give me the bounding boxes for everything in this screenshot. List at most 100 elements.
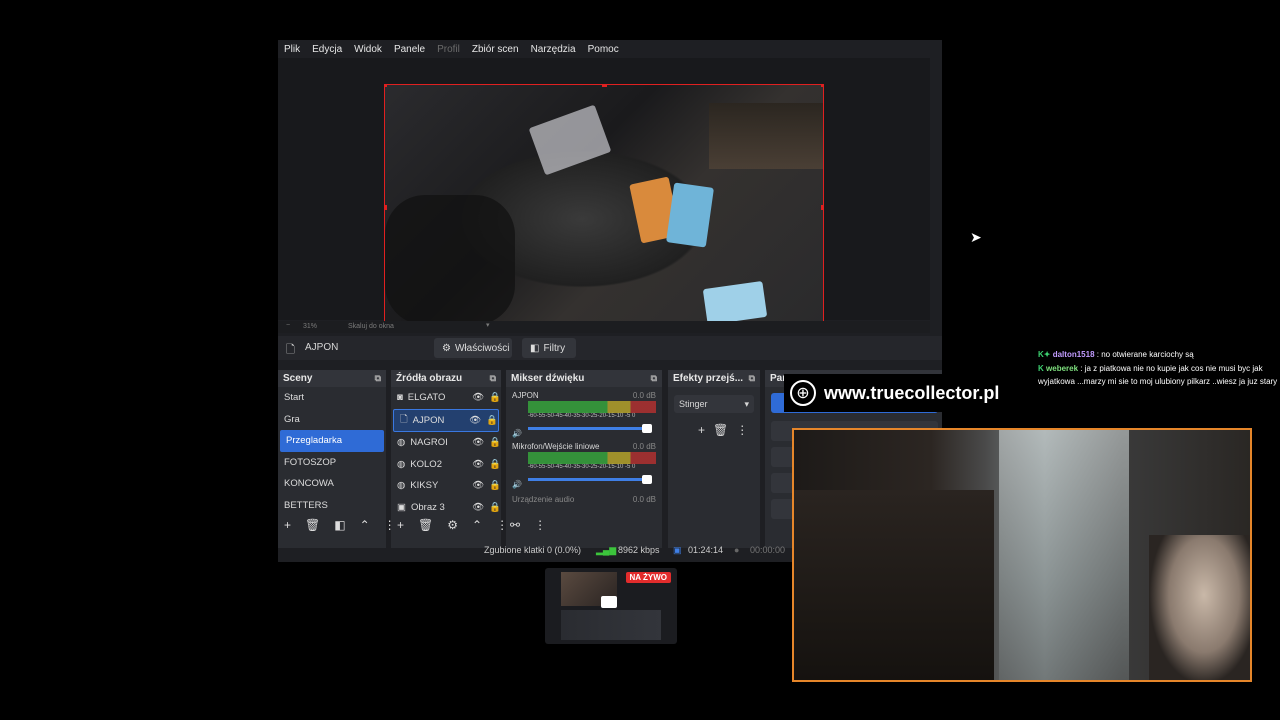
trash-icon[interactable]: 🗑 [418, 518, 433, 532]
menu-item-panele[interactable]: Panele [388, 44, 431, 55]
more-icon[interactable]: ⋮ [496, 518, 508, 532]
file-icon: 🗋 [286, 344, 295, 356]
eye-icon[interactable]: 👁 [472, 392, 484, 403]
lock-icon[interactable]: 🔒 [486, 415, 498, 426]
scene-item[interactable]: Start [278, 387, 386, 409]
globe-icon: ⊕ [790, 380, 816, 406]
source-toolbar: 🗋 AJPON ⚙ Właściwości ◧ Filtry [278, 336, 942, 360]
trash-icon[interactable]: 🗑 [305, 518, 320, 532]
meter-scale: -60-55-50-45-40-35-30-25-20-15-10 -5 0 [528, 464, 636, 470]
signal-icon: ▂▄▆ [596, 544, 617, 555]
eye-icon[interactable]: 👁 [472, 459, 484, 470]
chevron-down-icon[interactable]: ▾ [486, 321, 490, 329]
room-shelves [794, 490, 994, 680]
zoom-out-icon[interactable]: − [286, 322, 290, 329]
camera-icon: ◙ [397, 392, 403, 404]
source-item[interactable]: KOLO2 [410, 459, 467, 470]
live-badge: NA ŻYWO [625, 572, 671, 583]
website-url: www.truecollector.pl [824, 382, 1000, 403]
mixer-channel-name: AJPON [512, 391, 539, 400]
globe-icon: ◍ [397, 480, 406, 492]
menu-item-plik[interactable]: Plik [278, 44, 306, 55]
globe-icon: ◍ [397, 458, 406, 470]
volume-slider[interactable] [528, 424, 652, 433]
transition-select[interactable]: Stinger ▾ [674, 395, 754, 413]
scene-item[interactable]: BETTERS [278, 495, 386, 517]
volume-slider[interactable] [528, 475, 652, 484]
lock-icon[interactable]: 🔒 [489, 480, 501, 491]
trash-icon[interactable]: 🗑 [713, 423, 728, 437]
eye-icon[interactable]: 👁 [472, 502, 484, 513]
chat-message: K✦ dalton1518 : no otwierane karciochy s… [1038, 348, 1280, 361]
undock-icon[interactable]: ⧉ [375, 373, 381, 384]
add-icon[interactable]: + [397, 518, 404, 532]
undock-icon[interactable]: ⧉ [490, 373, 496, 384]
chevron-up-icon[interactable]: ⌃ [472, 518, 482, 532]
lock-icon[interactable]: 🔒 [489, 459, 501, 470]
eye-icon[interactable]: 👁 [472, 437, 484, 448]
mixer-channel-db: 0.0 dB [632, 495, 656, 504]
record-icon: ● [734, 545, 740, 555]
chevron-down-icon: ▾ [744, 398, 749, 409]
filter-icon[interactable]: ◧ [334, 518, 345, 532]
eye-icon[interactable]: 👁 [469, 415, 481, 426]
bitrate: 8962 kbps [618, 545, 660, 555]
link-icon[interactable]: ⚯ [510, 518, 520, 532]
scene-item-selected[interactable]: Przegladarka [280, 430, 384, 452]
undock-icon[interactable]: ⧉ [749, 373, 755, 384]
resize-handle[interactable] [602, 85, 607, 87]
mixer-channel-name: Mikrofon/Wejście liniowe [512, 442, 600, 451]
more-icon[interactable]: ⋮ [384, 518, 396, 532]
source-item[interactable]: Obraz 3 [411, 502, 467, 513]
stream-preview[interactable] [384, 84, 824, 330]
audio-meter [528, 401, 656, 413]
display-shelf [999, 430, 1129, 680]
lock-icon[interactable]: 🔒 [489, 392, 501, 403]
menu-item-edycja[interactable]: Edycja [306, 44, 348, 55]
source-item[interactable]: ELGATO [408, 392, 467, 403]
mouse-cursor-icon: ➤ [970, 229, 982, 245]
thumbnail-docks [561, 610, 661, 640]
eye-icon[interactable]: 👁 [472, 480, 484, 491]
resize-handle[interactable] [821, 205, 823, 210]
more-icon[interactable]: ⋮ [534, 518, 546, 532]
source-item[interactable]: NAGROI [410, 437, 467, 448]
filter-icon: ◧ [530, 342, 540, 354]
volume-icon[interactable]: 🔊 [512, 429, 522, 438]
transitions-dock: Efekty przejś... ⧉ Stinger ▾ + 🗑 ⋮ [668, 370, 760, 548]
resize-handle[interactable] [385, 205, 387, 210]
stream-thumbnail[interactable]: NA ŻYWO [545, 568, 677, 644]
menu-item-zbior-scen[interactable]: Zbiór scen [466, 44, 525, 55]
chevron-up-icon[interactable]: ⌃ [360, 518, 370, 532]
undock-icon[interactable]: ⧉ [651, 373, 657, 384]
chat-text: : no otwierane karciochy są [1096, 350, 1194, 359]
gear-icon[interactable]: ⚙ [447, 518, 458, 532]
scene-item[interactable]: KONCOWA [278, 473, 386, 495]
lock-icon[interactable]: 🔒 [489, 437, 501, 448]
audio-meter [528, 452, 656, 464]
volume-icon[interactable]: 🔊 [512, 480, 522, 489]
mixer-channel-db: 0.0 dB [632, 391, 656, 400]
chat-message: K weberek : ja z piatkowa nie no kupie j… [1038, 362, 1280, 388]
menu-item-narzedzia[interactable]: Narzędzia [525, 44, 582, 55]
webcam-pip [709, 103, 823, 169]
menu-item-profil[interactable]: Profil [431, 44, 466, 55]
scene-item[interactable]: FOTOSZOP [278, 452, 386, 474]
menu-item-widok[interactable]: Widok [348, 44, 388, 55]
globe-icon: ◍ [397, 437, 406, 449]
lock-icon[interactable]: 🔒 [489, 502, 501, 513]
properties-button[interactable]: ⚙ Właściwości [434, 338, 512, 358]
menu-item-pomoc[interactable]: Pomoc [582, 44, 625, 55]
source-item[interactable]: KIKSY [410, 480, 467, 491]
add-icon[interactable]: + [284, 518, 291, 532]
add-icon[interactable]: + [698, 423, 705, 437]
resize-handle[interactable] [821, 85, 823, 87]
scene-item[interactable]: Gra [278, 409, 386, 431]
url-overlay: ⊕ www.truecollector.pl [784, 374, 1032, 412]
filters-button[interactable]: ◧ Filtry [522, 338, 576, 358]
more-icon[interactable]: ⋮ [736, 423, 748, 437]
badge-icon: K✦ [1038, 350, 1051, 359]
source-item-selected[interactable]: AJPON [413, 415, 464, 426]
resize-handle[interactable] [385, 85, 387, 87]
zoom-mode-label[interactable]: Skaluj do okna [348, 323, 394, 330]
